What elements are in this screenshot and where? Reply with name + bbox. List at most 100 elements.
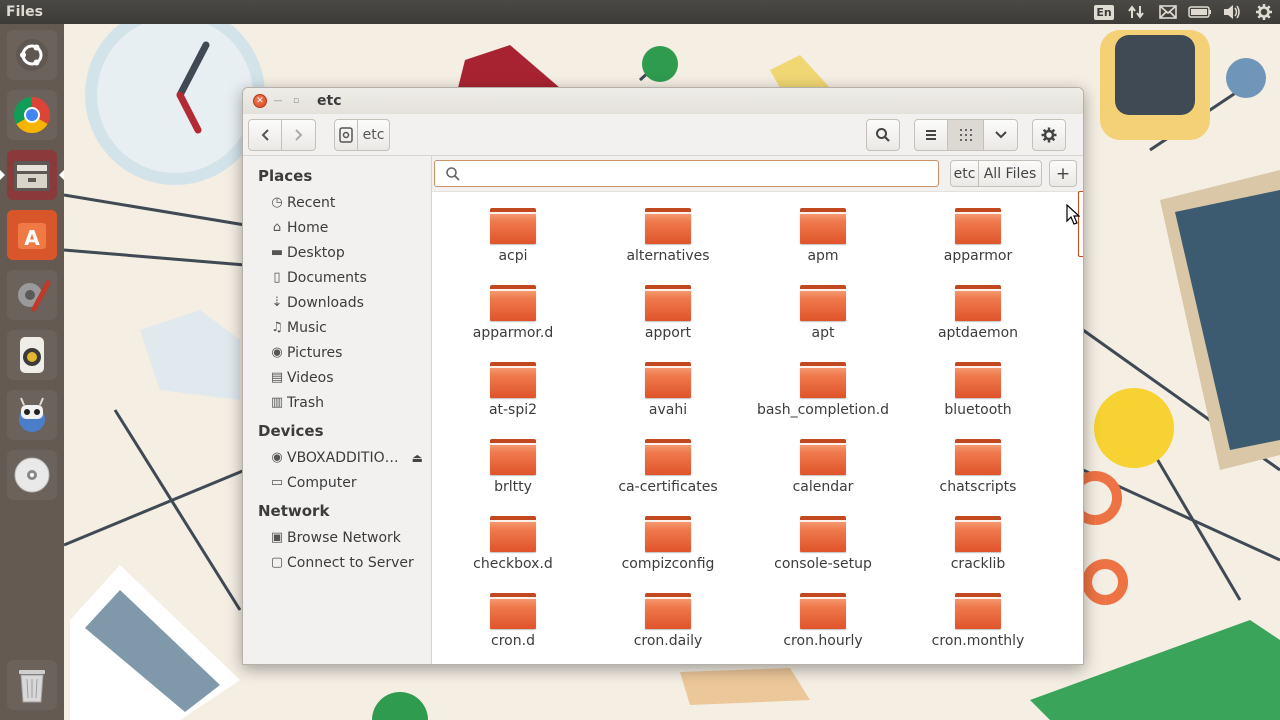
file-item[interactable]: alternatives	[593, 200, 743, 277]
sidebar-item-vboxadditio[interactable]: ◉ VBOXADDITIO… ⏏	[243, 445, 431, 470]
files-icon[interactable]	[0, 150, 64, 200]
file-item[interactable]: bluetooth	[903, 354, 1053, 431]
file-item-label: calendar	[792, 479, 854, 495]
path-bar-etc-button[interactable]: etc	[358, 118, 390, 151]
trash-launcher-icon[interactable]	[7, 660, 57, 710]
file-item-label: at-spi2	[488, 402, 538, 418]
file-item[interactable]: apparmor.d	[438, 277, 588, 354]
file-item-label: ca-certificates	[618, 479, 718, 495]
keyboard-layout-indicator[interactable]: En	[1088, 0, 1120, 24]
sidebar-item-recent[interactable]: ◷ Recent	[243, 190, 431, 215]
close-button[interactable]: ✕	[253, 94, 267, 108]
transfer-arrows-icon[interactable]	[1120, 0, 1152, 24]
mail-icon[interactable]	[1152, 0, 1184, 24]
file-item[interactable]: chatscripts	[903, 431, 1053, 508]
folder-icon	[800, 285, 846, 321]
search-scope-current[interactable]: etc	[950, 160, 979, 187]
downloads-icon: ⇣	[271, 295, 283, 310]
file-item[interactable]: apm	[748, 200, 898, 277]
file-item[interactable]: apparmor	[903, 200, 1053, 277]
file-item[interactable]: calendar	[748, 431, 898, 508]
file-item[interactable]: brltty	[438, 431, 588, 508]
file-item[interactable]: apport	[593, 277, 743, 354]
view-options-button[interactable]	[984, 118, 1018, 151]
robot-app-icon[interactable]	[7, 390, 57, 440]
search-button[interactable]	[866, 118, 900, 151]
system-settings-icon[interactable]	[7, 270, 57, 320]
search-scope-all-files[interactable]: All Files	[979, 160, 1042, 187]
desktop-icon: ▬	[270, 245, 284, 260]
sidebar-item-label: Pictures	[287, 344, 343, 361]
file-item[interactable]: acpi	[438, 200, 588, 277]
computer-icon: ▭	[270, 475, 284, 490]
sidebar-item-computer[interactable]: ▭ Computer	[243, 470, 431, 495]
ubuntu-dash-icon[interactable]	[7, 30, 57, 80]
file-item[interactable]: avahi	[593, 354, 743, 431]
battery-icon[interactable]	[1184, 0, 1216, 24]
settings-menu-button[interactable]	[1032, 118, 1066, 151]
scroll-down-arrow-icon[interactable]: ▼	[1083, 246, 1084, 255]
file-item[interactable]: aptdaemon	[903, 277, 1053, 354]
folder-icon	[490, 516, 536, 552]
file-item[interactable]: cron.hourly	[748, 585, 898, 662]
indicator-area: En	[1088, 0, 1280, 24]
add-search-criteria-button[interactable]: +	[1049, 160, 1077, 187]
power-gear-icon[interactable]	[1248, 0, 1280, 24]
chrome-icon[interactable]	[7, 90, 57, 140]
launcher: A	[0, 24, 64, 720]
maximize-button[interactable]: ▫	[289, 94, 303, 108]
back-button[interactable]	[248, 118, 282, 151]
file-item[interactable]: compizconfig	[593, 508, 743, 585]
sidebar-item-label: VBOXADDITIO…	[287, 449, 399, 466]
list-view-button[interactable]	[914, 118, 948, 151]
search-icon	[876, 127, 890, 142]
file-item[interactable]: cron.daily	[593, 585, 743, 662]
scrollbar-thumb[interactable]	[1082, 206, 1083, 242]
sidebar-item-home[interactable]: ⌂ Home	[243, 215, 431, 240]
file-item-label: apt	[811, 325, 835, 341]
file-item-label: chatscripts	[939, 479, 1017, 495]
sidebar: Places ◷ Recent ⌂ Home ▬ Desktop ▯ Documents ⇣ Do…	[243, 156, 432, 664]
sidebar-item-videos[interactable]: ▤ Videos	[243, 365, 431, 390]
home-icon: ⌂	[272, 220, 282, 235]
grid-view-button[interactable]	[948, 118, 984, 151]
chevron-down-icon	[994, 130, 1007, 138]
minimize-button[interactable]: —	[271, 94, 285, 108]
file-item[interactable]: cron.d	[438, 585, 588, 662]
path-bar-root-button[interactable]	[334, 118, 358, 151]
sidebar-item-documents[interactable]: ▯ Documents	[243, 265, 431, 290]
file-grid: acpi alternatives apm apparmor apparmor.d app…	[432, 192, 1082, 664]
file-item[interactable]: at-spi2	[438, 354, 588, 431]
folder-icon	[800, 593, 846, 629]
search-field[interactable]	[434, 160, 939, 187]
rhythmbox-icon[interactable]	[7, 330, 57, 380]
file-item[interactable]: ca-certificates	[593, 431, 743, 508]
window-titlebar[interactable]: ✕ — ▫ etc	[243, 88, 1083, 114]
sidebar-item-pictures[interactable]: ◉ Pictures	[243, 340, 431, 365]
search-input[interactable]	[469, 165, 938, 182]
forward-button[interactable]	[282, 118, 316, 151]
sidebar-item-music[interactable]: ♫ Music	[243, 315, 431, 340]
file-item[interactable]: bash_completion.d	[748, 354, 898, 431]
network-icon: ▣	[270, 530, 284, 545]
file-item[interactable]: cron.monthly	[903, 585, 1053, 662]
sidebar-item-connect-to-server[interactable]: ▢ Connect to Server	[243, 550, 431, 575]
search-scope-current-label: etc	[953, 165, 976, 182]
file-item[interactable]: apt	[748, 277, 898, 354]
disc-icon[interactable]	[7, 450, 57, 500]
eject-icon[interactable]: ⏏	[412, 451, 423, 465]
sidebar-item-desktop[interactable]: ▬ Desktop	[243, 240, 431, 265]
volume-icon[interactable]	[1216, 0, 1248, 24]
folder-icon	[955, 439, 1001, 475]
folder-icon	[800, 208, 846, 244]
keyboard-layout-label: En	[1094, 4, 1114, 20]
sidebar-item-trash[interactable]: ▥ Trash	[243, 390, 431, 415]
scroll-up-arrow-icon[interactable]: ▲	[1083, 194, 1084, 203]
sidebar-item-downloads[interactable]: ⇣ Downloads	[243, 290, 431, 315]
search-bar: etc All Files +	[432, 156, 1083, 192]
file-item[interactable]: console-setup	[748, 508, 898, 585]
software-center-icon[interactable]: A	[7, 210, 57, 260]
file-item[interactable]: checkbox.d	[438, 508, 588, 585]
file-item[interactable]: cracklib	[903, 508, 1053, 585]
sidebar-item-browse-network[interactable]: ▣ Browse Network	[243, 525, 431, 550]
